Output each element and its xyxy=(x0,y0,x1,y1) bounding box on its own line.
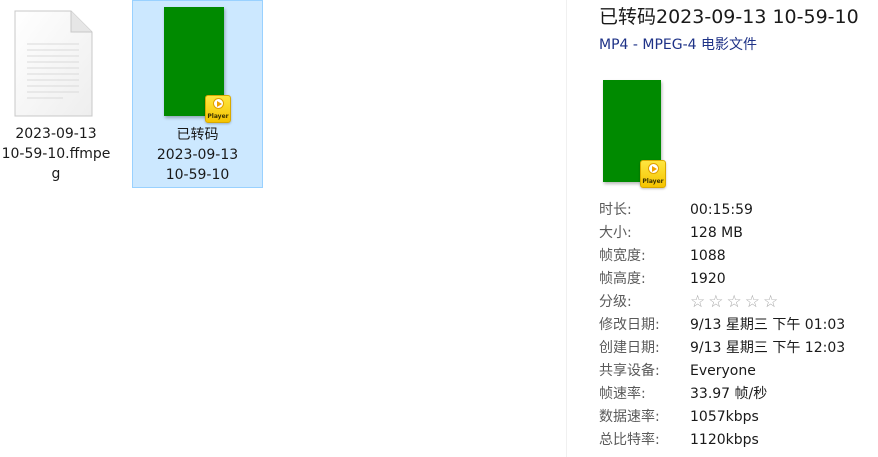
file-name-line: g xyxy=(51,166,61,182)
property-row-frame-height: 帧高度: 1920 xyxy=(599,268,869,291)
property-value[interactable]: 33.97 帧/秒 xyxy=(690,383,767,406)
star-icon[interactable]: ☆ xyxy=(745,292,763,312)
property-label: 大小: xyxy=(599,225,632,241)
player-badge-icon: Player xyxy=(205,95,231,123)
property-row-rating: 分级: ☆☆☆☆☆ xyxy=(599,291,869,314)
property-label: 分级: xyxy=(599,294,632,310)
property-label: 帧速率: xyxy=(599,386,646,402)
details-file-title: 已转码2023-09-13 10-59-10 xyxy=(599,6,859,28)
star-icon[interactable]: ☆ xyxy=(763,292,781,312)
property-label: 时长: xyxy=(599,202,632,218)
file-name-label: 已转码 2023-09-13 10-59-10 xyxy=(133,125,262,185)
property-row-shared-with: 共享设备: Everyone xyxy=(599,360,869,383)
property-label: 数据速率: xyxy=(599,409,660,425)
file-list-pane[interactable]: 2023-09-13 10-59-10.ffmpe g Player 已转码 2… xyxy=(0,0,566,457)
property-value[interactable]: 1120kbps xyxy=(690,429,759,452)
star-icon[interactable]: ☆ xyxy=(727,292,745,312)
player-badge-icon: Player xyxy=(640,160,666,188)
property-value[interactable]: 1920 xyxy=(690,268,726,291)
player-badge-label: Player xyxy=(207,113,229,120)
property-label: 帧高度: xyxy=(599,271,646,287)
star-icon[interactable]: ☆ xyxy=(708,292,726,312)
property-row-size: 大小: 128 MB xyxy=(599,222,869,245)
player-badge-label: Player xyxy=(642,178,664,185)
property-row-total-bitrate: 总比特率: 1120kbps xyxy=(599,429,869,452)
file-item-ffmpeg[interactable]: 2023-09-13 10-59-10.ffmpe g xyxy=(0,0,112,188)
property-list: 时长: 00:15:59 大小: 128 MB 帧宽度: 1088 帧高度: 1… xyxy=(599,199,869,452)
property-label: 创建日期: xyxy=(599,340,660,356)
star-icon[interactable]: ☆ xyxy=(690,292,708,312)
document-icon xyxy=(14,10,93,117)
property-row-created-date: 创建日期: 9/13 星期三 下午 12:03 xyxy=(599,337,869,360)
play-icon xyxy=(648,163,659,174)
property-row-modified-date: 修改日期: 9/13 星期三 下午 01:03 xyxy=(599,314,869,337)
file-name-line: 2023-09-13 xyxy=(15,126,97,142)
property-value[interactable]: 1088 xyxy=(690,245,726,268)
property-row-data-rate: 数据速率: 1057kbps xyxy=(599,406,869,429)
file-name-line: 10-59-10 xyxy=(165,167,230,183)
play-icon xyxy=(213,98,224,109)
rating-stars[interactable]: ☆☆☆☆☆ xyxy=(690,291,781,314)
details-pane: 已转码2023-09-13 10-59-10 MP4 - MPEG-4 电影文件… xyxy=(566,0,878,457)
file-name-line: 已转码 xyxy=(176,127,219,143)
property-row-frame-rate: 帧速率: 33.97 帧/秒 xyxy=(599,383,869,406)
property-label: 修改日期: xyxy=(599,317,660,333)
property-value[interactable]: 1057kbps xyxy=(690,406,759,429)
property-row-duration: 时长: 00:15:59 xyxy=(599,199,869,222)
property-value[interactable]: 9/13 星期三 下午 12:03 xyxy=(690,337,845,360)
file-item-transcoded-video[interactable]: Player 已转码 2023-09-13 10-59-10 xyxy=(132,0,263,188)
property-label: 帧宽度: xyxy=(599,248,646,264)
property-value[interactable]: 9/13 星期三 下午 01:03 xyxy=(690,314,845,337)
file-name-line: 2023-09-13 xyxy=(156,147,239,163)
details-file-type: MP4 - MPEG-4 电影文件 xyxy=(599,37,758,53)
property-label: 总比特率: xyxy=(599,432,660,448)
file-name-label: 2023-09-13 10-59-10.ffmpe g xyxy=(0,124,118,184)
file-name-line: 10-59-10.ffmpe xyxy=(1,146,111,162)
property-value[interactable]: 00:15:59 xyxy=(690,199,753,222)
property-value[interactable]: Everyone xyxy=(690,360,756,383)
property-label: 共享设备: xyxy=(599,363,660,379)
property-row-frame-width: 帧宽度: 1088 xyxy=(599,245,869,268)
property-value[interactable]: 128 MB xyxy=(690,222,743,245)
